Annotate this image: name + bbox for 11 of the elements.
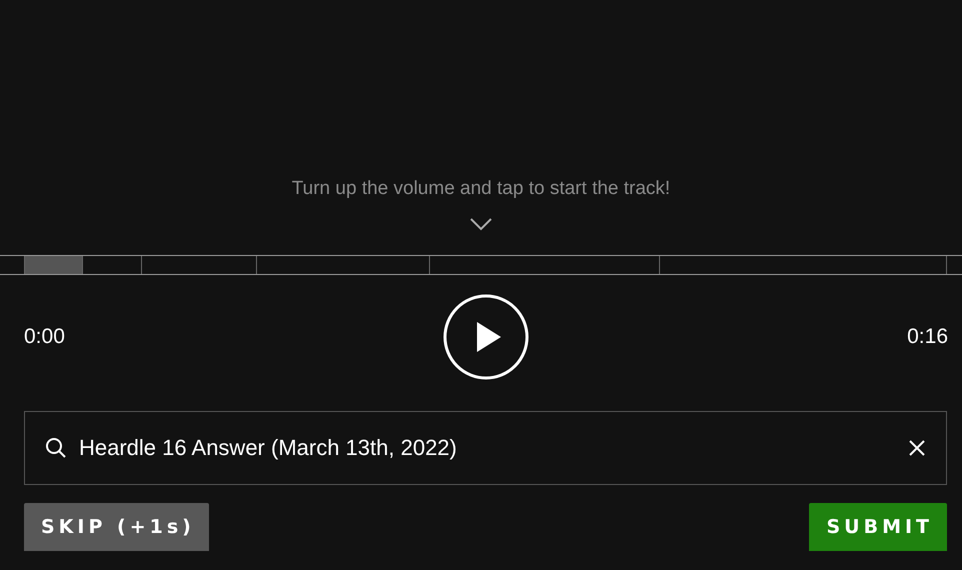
submit-button[interactable]: SUBMIT: [809, 503, 947, 551]
hint-text: Turn up the volume and tap to start the track!: [292, 178, 670, 200]
search-icon: [45, 437, 67, 459]
elapsed-time: 0:00: [24, 325, 65, 349]
play-button[interactable]: [443, 294, 529, 380]
clear-button[interactable]: [908, 439, 926, 457]
skip-button[interactable]: SKIP (+1s): [24, 503, 209, 551]
search-bar[interactable]: Heardle 16 Answer (March 13th, 2022): [24, 411, 947, 485]
chevron-down-icon: [470, 218, 492, 231]
duration-time: 0:16: [907, 325, 948, 349]
search-field[interactable]: Heardle 16 Answer (March 13th, 2022): [79, 435, 908, 461]
